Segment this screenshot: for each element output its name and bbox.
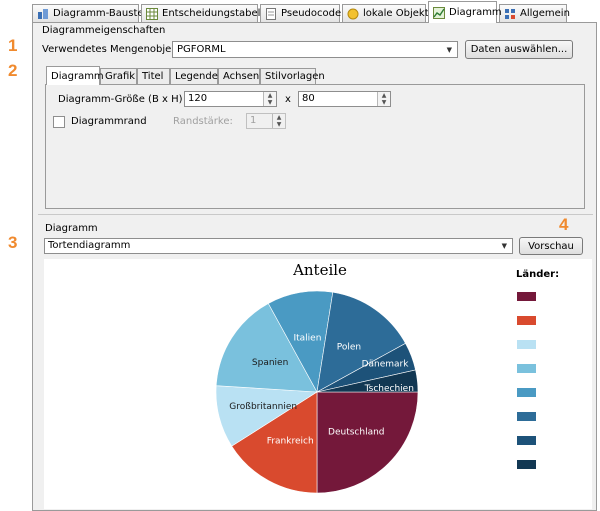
inner-tab-titel[interactable]: Titel [137, 68, 170, 84]
mengenobjekt-label: Verwendetes Mengenobjekt: [42, 44, 185, 55]
inner-tab-achsen[interactable]: Achsen [218, 68, 260, 84]
document-icon [265, 7, 277, 20]
legend-swatch [517, 292, 536, 301]
width-stepper[interactable]: 120 ▲ ▼ [184, 91, 277, 107]
slice-label: Spanien [252, 358, 288, 368]
legend-swatch [517, 412, 536, 421]
step-marker-4: 4 [559, 215, 569, 234]
pie-slice [316, 391, 419, 494]
slice-label: Deutschland [328, 427, 384, 437]
tab-diagramm[interactable]: Diagramm [428, 1, 502, 23]
inner-tab-legende[interactable]: Legende [170, 68, 218, 84]
spin-up-icon[interactable]: ▲ [378, 92, 390, 99]
legend-swatch [517, 316, 536, 325]
legend-swatch [517, 436, 536, 445]
diagram-section-label: Diagramm [45, 223, 98, 234]
width-spinner[interactable]: ▲ ▼ [263, 92, 276, 106]
spin-down-icon[interactable]: ▼ [273, 121, 285, 128]
general-icon [504, 8, 516, 20]
tab-label: Diagramm [449, 7, 502, 18]
randstaerke-spinner[interactable]: ▲ ▼ [272, 114, 285, 128]
tab-lokale-objekte[interactable]: lokale Objekte [342, 4, 435, 22]
tab-entscheidungstabelle[interactable]: Entscheidungstabelle [141, 4, 269, 22]
height-stepper[interactable]: 80 ▲ ▼ [298, 91, 391, 107]
tab-pseudocode[interactable]: Pseudocode [260, 4, 342, 22]
randstaerke-value: 1 [250, 115, 257, 126]
randstaerke-label: Randstärke: [173, 116, 233, 127]
mengenobjekt-value: PGFORML [177, 44, 226, 55]
chevron-down-icon: ▼ [446, 46, 452, 54]
slice-label: Italien [293, 333, 321, 343]
tab-label: Allgemein [520, 8, 570, 19]
step-marker-2: 2 [8, 61, 18, 80]
tab-label: Diagramm-Baustein [53, 8, 153, 19]
pie-chart: Deutschland Frankreich Großbritannien Spani… [215, 290, 419, 494]
spin-up-icon[interactable]: ▲ [264, 92, 276, 99]
legend-swatch [517, 340, 536, 349]
diagram-type-value: Tortendiagramm [48, 240, 131, 251]
slice-label: Polen [337, 343, 361, 353]
inner-tab-diagramm[interactable]: Diagramm [46, 66, 104, 85]
diagram-type-dropdown[interactable]: Tortendiagramm ▼ [44, 238, 513, 254]
properties-group-title: Diagrammeigenschaften [42, 25, 166, 36]
slice-label: Dänemark [362, 359, 410, 369]
inner-tab-grafik[interactable]: Grafik [100, 68, 137, 84]
inner-tab-stilvorlagen[interactable]: Stilvorlagen [260, 68, 325, 84]
spin-down-icon[interactable]: ▼ [264, 99, 276, 106]
chevron-down-icon: ▼ [501, 242, 507, 250]
height-spinner[interactable]: ▲ ▼ [377, 92, 390, 106]
legend-swatch [517, 364, 536, 373]
mengenobjekt-dropdown[interactable]: PGFORML ▼ [172, 41, 458, 58]
building-block-icon [37, 8, 49, 20]
slice-label: Frankreich [267, 437, 314, 447]
objects-icon [347, 8, 359, 20]
slice-label: Großbritannien [229, 402, 297, 412]
step-marker-1: 1 [8, 36, 18, 55]
tab-label: lokale Objekte [363, 8, 435, 19]
diagrammrand-checkbox[interactable] [53, 116, 65, 128]
height-value: 80 [302, 93, 315, 104]
table-icon [146, 7, 158, 20]
chart-title: Anteile [293, 261, 347, 279]
randstaerke-stepper[interactable]: 1 ▲ ▼ [246, 113, 286, 129]
slice-label: Tschechien [364, 384, 414, 394]
spin-down-icon[interactable]: ▼ [378, 99, 390, 106]
spin-up-icon[interactable]: ▲ [273, 114, 285, 121]
tab-label: Pseudocode [281, 8, 342, 19]
diagrammrand-label: Diagrammrand [71, 116, 147, 127]
divider [38, 214, 593, 215]
times-label: x [285, 94, 291, 105]
vorschau-button[interactable]: Vorschau [519, 237, 583, 255]
daten-auswaehlen-button[interactable]: Daten auswählen... [465, 40, 573, 59]
step-marker-3: 3 [8, 233, 18, 252]
tab-label: Entscheidungstabelle [162, 8, 270, 19]
width-value: 120 [188, 93, 208, 104]
legend-swatch [517, 460, 536, 469]
legend-swatch [517, 388, 536, 397]
tab-diagramm-baustein[interactable]: Diagramm-Baustein [32, 4, 153, 22]
legend-title: Länder: [516, 269, 560, 280]
chart-icon [433, 6, 445, 19]
tab-allgemein[interactable]: Allgemein [499, 4, 570, 22]
